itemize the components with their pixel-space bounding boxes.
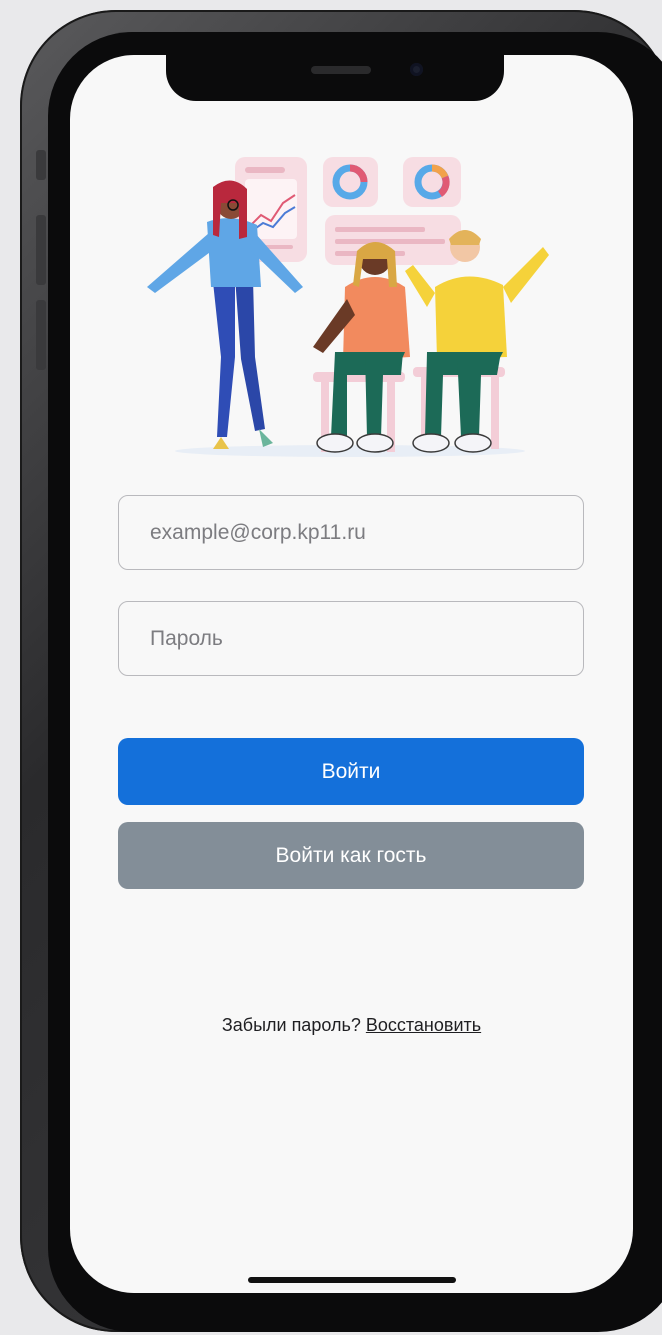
notch <box>166 55 504 101</box>
restore-password-link[interactable]: Восстановить <box>366 1015 481 1035</box>
email-input[interactable] <box>150 520 583 545</box>
volume-up-button <box>36 215 46 285</box>
login-button[interactable]: Войти <box>118 738 584 805</box>
password-input[interactable] <box>150 626 583 651</box>
team-illustration <box>147 157 549 457</box>
email-field[interactable] <box>118 495 584 570</box>
home-indicator[interactable] <box>248 1277 456 1283</box>
forgot-password-row: Забыли пароль? Восстановить <box>70 1015 633 1036</box>
silent-switch <box>36 150 46 180</box>
front-camera <box>410 63 423 76</box>
guest-login-button[interactable]: Войти как гость <box>118 822 584 889</box>
password-field[interactable] <box>118 601 584 676</box>
volume-down-button <box>36 300 46 370</box>
app-screen: Войти Войти как гость Забыли пароль? Вос… <box>70 55 633 1293</box>
speaker-grille <box>311 66 371 74</box>
forgot-password-text: Забыли пароль? <box>221 1015 361 1035</box>
